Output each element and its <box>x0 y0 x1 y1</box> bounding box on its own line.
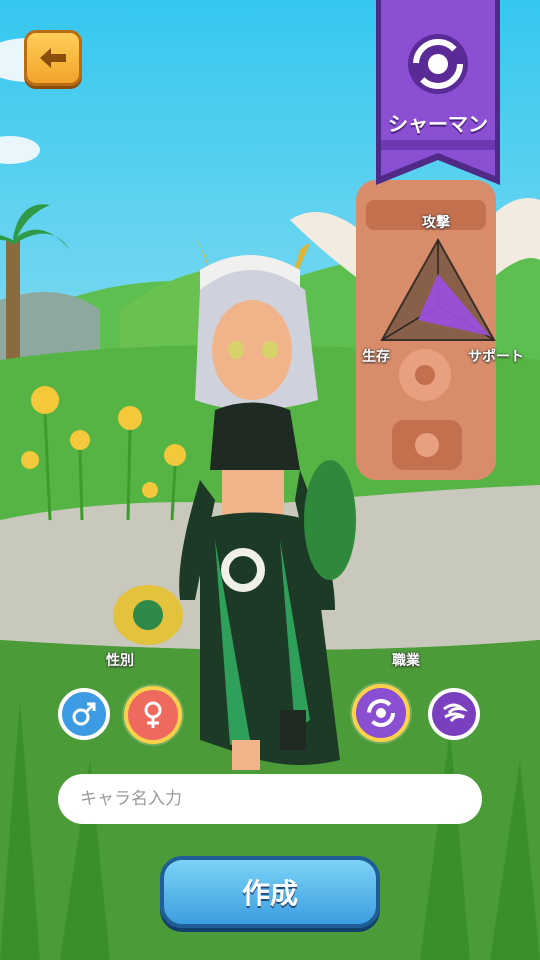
wind-swirl-icon <box>443 703 469 722</box>
create-button-label: 作成 <box>241 877 298 910</box>
female-button[interactable] <box>124 686 182 744</box>
shaman-swirl-icon <box>408 34 468 94</box>
male-button[interactable] <box>58 688 110 740</box>
job-other-button[interactable] <box>428 688 480 740</box>
stat-label-attack: 攻撃 <box>422 215 450 231</box>
create-button[interactable]: 作成 <box>160 856 380 928</box>
male-icon <box>72 702 96 726</box>
character-creation-screen: シャーマン 攻撃 生存 サポート 性別 職業 キャラ名入力 作成 <box>0 0 540 960</box>
stat-triangle-chart <box>380 237 496 341</box>
stat-label-survival: 生存 <box>362 349 390 365</box>
character-name-input[interactable] <box>58 774 482 824</box>
stat-label-support: サポート <box>468 349 524 365</box>
shaman-swirl-icon <box>367 699 395 727</box>
job-shaman-button[interactable] <box>352 684 410 742</box>
class-banner: シャーマン <box>376 0 500 190</box>
job-label: 職業 <box>392 653 420 669</box>
arrow-left-icon <box>40 48 66 68</box>
female-icon <box>144 701 162 728</box>
gender-label: 性別 <box>106 653 134 669</box>
back-button[interactable] <box>24 30 82 86</box>
class-name: シャーマン <box>388 112 488 136</box>
